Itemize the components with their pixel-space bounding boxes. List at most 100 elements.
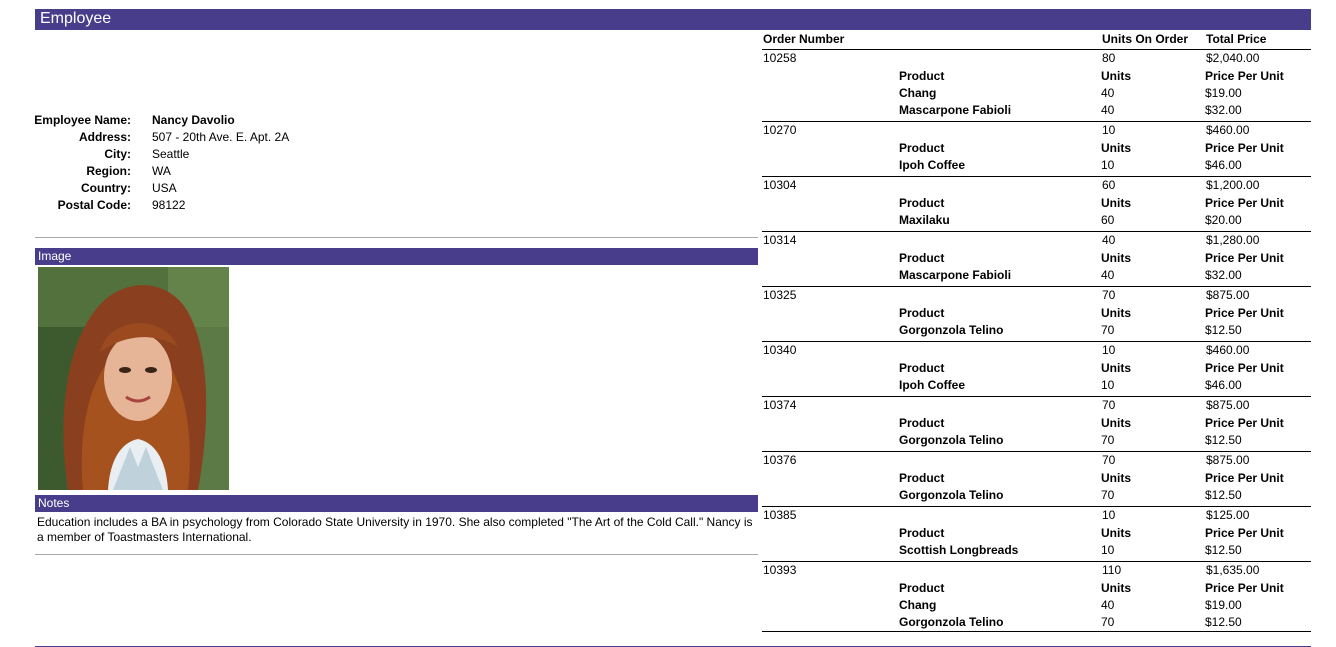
item-price: $12.50 <box>1205 433 1242 447</box>
detail-header-price: Price Per Unit <box>1205 471 1284 485</box>
info-label: Region: <box>86 164 131 178</box>
order-number: 10374 <box>763 398 797 412</box>
info-value: Seattle <box>152 147 190 161</box>
detail-header-product: Product <box>899 141 945 155</box>
item-price: $19.00 <box>1205 598 1242 612</box>
detail-header-price: Price Per Unit <box>1205 361 1284 375</box>
info-label: City: <box>104 147 131 161</box>
order-total: $875.00 <box>1206 288 1250 302</box>
order-total: $125.00 <box>1206 508 1250 522</box>
detail-header-product: Product <box>899 69 945 83</box>
order-number: 10325 <box>763 288 797 302</box>
detail-header-product: Product <box>899 306 945 320</box>
detail-header-price: Price Per Unit <box>1205 69 1284 83</box>
order-units: 70 <box>1102 288 1116 302</box>
detail-header-price: Price Per Unit <box>1205 306 1284 320</box>
item-units: 10 <box>1101 378 1115 392</box>
info-label: Address: <box>78 130 131 144</box>
detail-header-units: Units <box>1101 361 1131 375</box>
item-units: 60 <box>1101 213 1115 227</box>
notes-section-band: Notes <box>35 495 758 512</box>
order-units: 110 <box>1102 563 1122 577</box>
item-product: Mascarpone Fabioli <box>899 103 1012 117</box>
order-units: 70 <box>1102 398 1116 412</box>
detail-header-product: Product <box>899 251 945 265</box>
detail-header-units: Units <box>1101 196 1131 210</box>
item-units: 10 <box>1101 158 1115 172</box>
item-units: 40 <box>1101 103 1115 117</box>
item-price: $19.00 <box>1205 86 1242 100</box>
item-product: Gorgonzola Telino <box>899 323 1004 337</box>
item-product: Maxilaku <box>899 213 950 227</box>
order-number: 10270 <box>763 123 797 137</box>
order-total: $1,200.00 <box>1206 178 1260 192</box>
order-units: 80 <box>1102 51 1116 65</box>
order-number: 10385 <box>763 508 797 522</box>
image-section-band: Image <box>35 248 758 265</box>
order-units: 10 <box>1102 508 1116 522</box>
detail-header-product: Product <box>899 581 945 595</box>
item-price: $12.50 <box>1205 488 1242 502</box>
detail-header-price: Price Per Unit <box>1205 251 1284 265</box>
info-divider <box>35 237 758 238</box>
header-units-on-order: Units On Order <box>1102 32 1189 46</box>
item-product: Gorgonzola Telino <box>899 615 1004 629</box>
detail-header-units: Units <box>1101 251 1131 265</box>
detail-header-price: Price Per Unit <box>1205 526 1284 540</box>
item-product: Scottish Longbreads <box>899 543 1019 557</box>
order-units: 40 <box>1102 233 1116 247</box>
detail-header-product: Product <box>899 361 945 375</box>
item-units: 40 <box>1101 86 1115 100</box>
info-value: USA <box>152 181 177 195</box>
orders-end-rule <box>762 631 1311 632</box>
order-total: $460.00 <box>1206 123 1250 137</box>
info-label: Postal Code: <box>57 198 131 212</box>
order-total: $875.00 <box>1206 398 1250 412</box>
item-units: 70 <box>1101 323 1115 337</box>
item-product: Ipoh Coffee <box>899 158 965 172</box>
order-number: 10340 <box>763 343 797 357</box>
order-number: 10258 <box>763 51 797 65</box>
notes-text: Education includes a BA in psychology fr… <box>37 515 753 544</box>
order-total: $2,040.00 <box>1206 51 1260 65</box>
detail-header-price: Price Per Unit <box>1205 141 1284 155</box>
item-price: $12.50 <box>1205 615 1242 629</box>
item-price: $20.00 <box>1205 213 1242 227</box>
detail-header-price: Price Per Unit <box>1205 196 1284 210</box>
item-price: $12.50 <box>1205 543 1242 557</box>
detail-header-price: Price Per Unit <box>1205 581 1284 595</box>
detail-header-units: Units <box>1101 581 1131 595</box>
item-product: Chang <box>899 598 937 612</box>
report-title: Employee <box>40 10 112 27</box>
detail-header-product: Product <box>899 471 945 485</box>
info-label: Employee Name: <box>34 113 131 127</box>
header-total-price: Total Price <box>1206 32 1267 46</box>
item-price: $46.00 <box>1205 378 1242 392</box>
order-units: 10 <box>1102 123 1116 137</box>
item-price: $32.00 <box>1205 103 1242 117</box>
order-number: 10393 <box>763 563 797 577</box>
item-product: Chang <box>899 86 937 100</box>
notes-section-title: Notes <box>38 496 70 510</box>
item-units: 10 <box>1101 543 1115 557</box>
detail-header-units: Units <box>1101 526 1131 540</box>
order-units: 60 <box>1102 178 1116 192</box>
item-units: 70 <box>1101 488 1115 502</box>
detail-header-units: Units <box>1101 471 1131 485</box>
detail-header-product: Product <box>899 526 945 540</box>
report-title-band: Employee <box>35 9 1311 30</box>
detail-header-price: Price Per Unit <box>1205 416 1284 430</box>
order-number: 10304 <box>763 178 797 192</box>
item-price: $12.50 <box>1205 323 1242 337</box>
item-price: $46.00 <box>1205 158 1242 172</box>
order-number: 10376 <box>763 453 797 467</box>
item-product: Mascarpone Fabioli <box>899 268 1012 282</box>
order-total: $1,635.00 <box>1206 563 1260 577</box>
info-label: Country: <box>81 181 131 195</box>
order-units: 70 <box>1102 453 1116 467</box>
order-number: 10314 <box>763 233 797 247</box>
detail-header-units: Units <box>1101 141 1131 155</box>
detail-header-units: Units <box>1101 416 1131 430</box>
image-section-title: Image <box>38 249 72 263</box>
info-value: 98122 <box>152 198 186 212</box>
